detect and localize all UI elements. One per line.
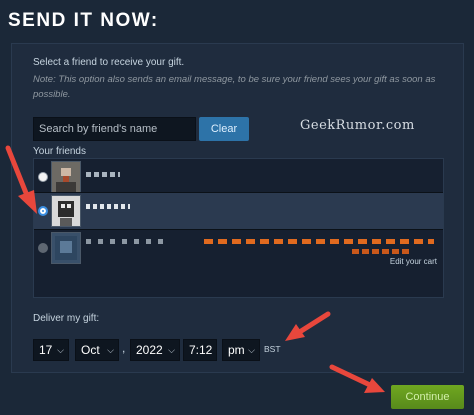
friends-label: Your friends xyxy=(33,146,86,157)
chevron-down-icon: ⌵ xyxy=(57,345,64,355)
friend-radio-disabled xyxy=(38,243,48,253)
friend-row-selected[interactable] xyxy=(34,193,443,229)
timezone-label: BST xyxy=(264,344,281,354)
date-separator: , xyxy=(122,341,126,355)
chevron-down-icon: ⌵ xyxy=(168,345,175,355)
year-select[interactable]: 2022 ⌵ xyxy=(130,339,180,361)
avatar-image-icon xyxy=(55,236,77,260)
avatar xyxy=(51,195,81,227)
friend-radio-checked[interactable] xyxy=(38,206,48,216)
obscured-game-title xyxy=(204,239,434,244)
continue-button[interactable]: Continue xyxy=(391,385,464,409)
page-title: SEND IT NOW: xyxy=(8,10,159,31)
day-select[interactable]: 17 ⌵ xyxy=(33,339,69,361)
chevron-down-icon: ⌵ xyxy=(107,345,114,355)
year-value: 2022 xyxy=(136,343,163,357)
day-value: 17 xyxy=(39,343,53,357)
avatar-image-icon xyxy=(58,201,74,226)
ampm-value: pm xyxy=(228,343,245,357)
time-value: 7:12 xyxy=(189,343,213,357)
friend-row-disabled: Edit your cart xyxy=(34,230,443,270)
clear-button[interactable]: Clear xyxy=(199,117,249,141)
avatar xyxy=(51,232,81,264)
intro-text: Select a friend to receive your gift. xyxy=(33,57,185,68)
note-text: Note: This option also sends an email me… xyxy=(33,74,436,100)
friend-row[interactable] xyxy=(34,159,443,195)
friend-search-input[interactable] xyxy=(33,117,196,141)
watermark-text: GeekRumor.com xyxy=(300,118,415,133)
edit-cart-link[interactable]: Edit your cart xyxy=(390,257,437,266)
avatar-image-icon xyxy=(56,168,76,192)
obscured-name xyxy=(86,172,120,177)
obscured-name xyxy=(86,239,166,244)
month-value: Oct xyxy=(81,343,100,357)
deliver-label: Deliver my gift: xyxy=(33,313,100,324)
time-select[interactable]: 7:12 xyxy=(183,339,217,361)
chevron-down-icon: ⌵ xyxy=(248,345,255,355)
friend-radio[interactable] xyxy=(38,172,48,182)
avatar xyxy=(51,161,81,193)
obscured-name xyxy=(86,204,130,209)
friends-list: Edit your cart xyxy=(33,158,444,298)
ampm-select[interactable]: pm ⌵ xyxy=(222,339,260,361)
month-select[interactable]: Oct ⌵ xyxy=(75,339,119,361)
obscured-game-subtitle xyxy=(352,249,412,254)
